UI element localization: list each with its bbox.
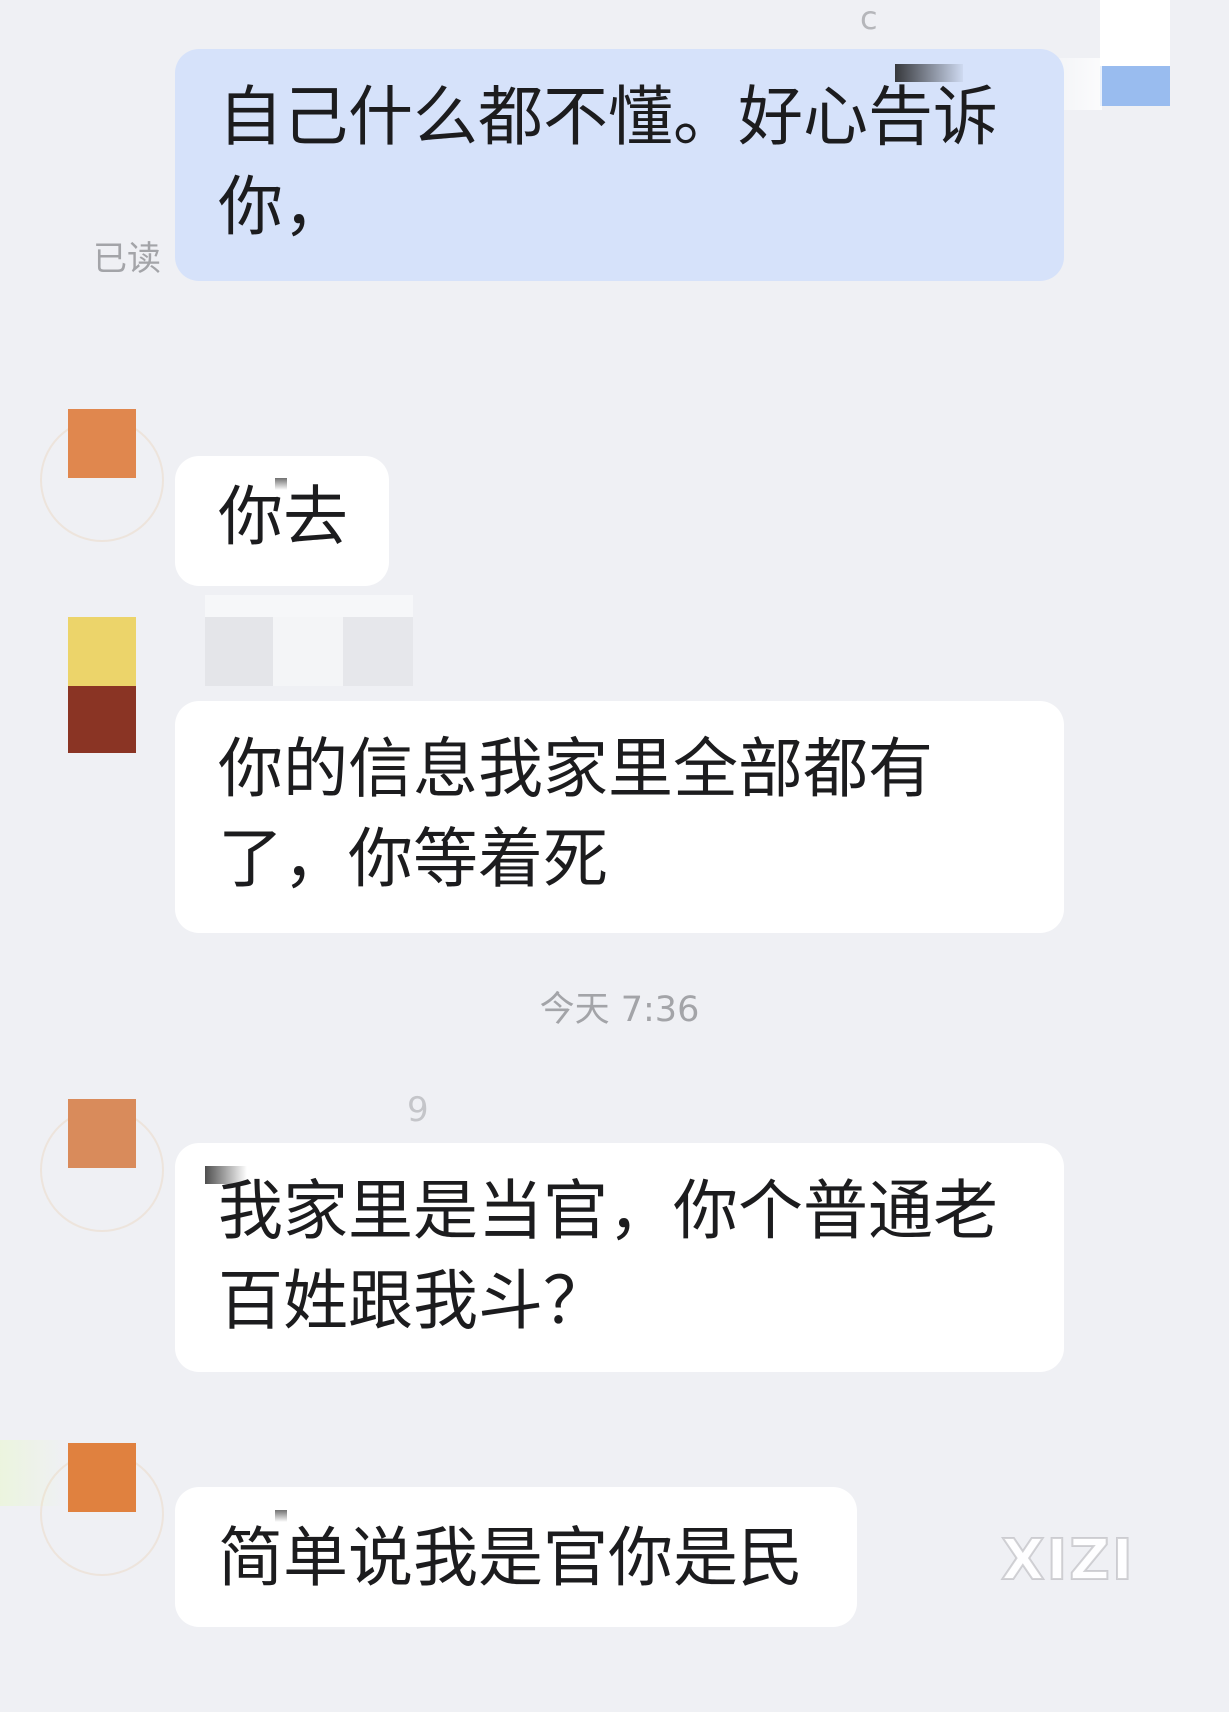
message-line: 自己什么都不懂。好心告诉 bbox=[218, 80, 999, 155]
message-line: 我家里是当官，你个普通老 bbox=[218, 1174, 999, 1249]
sender-avatar[interactable] bbox=[68, 1099, 136, 1168]
own-avatar-bottom bbox=[1100, 66, 1170, 106]
message-line: 你去 bbox=[218, 480, 349, 555]
blur-block bbox=[205, 595, 413, 617]
message-line: 简单说我是官你是民 bbox=[218, 1521, 804, 1596]
chat-screen: c 自己什么都不懂。好心告诉 你， 已读 你去 你的信息我家里全部都有 了，你等… bbox=[0, 0, 1229, 1712]
redaction-smudge bbox=[275, 1510, 287, 1522]
incoming-message-bubble[interactable]: 简单说我是官你是民 bbox=[175, 1487, 857, 1627]
timestamp: 今天 7:36 bbox=[539, 990, 700, 1030]
incoming-message-bubble[interactable]: 你去 bbox=[175, 456, 389, 586]
redaction-smudge bbox=[895, 64, 963, 82]
blur-block bbox=[343, 617, 413, 686]
blur-block bbox=[205, 617, 273, 686]
incoming-message-bubble[interactable]: 你的信息我家里全部都有 了，你等着死 bbox=[175, 701, 1064, 933]
avatar-bottom-half bbox=[68, 686, 136, 753]
sender-avatar[interactable] bbox=[68, 1443, 136, 1512]
message-line: 了，你等着死 bbox=[218, 822, 609, 897]
blur-block bbox=[273, 617, 343, 686]
sender-name-fragment: c bbox=[860, 0, 878, 37]
site-watermark-logo: XIZI bbox=[1000, 1528, 1135, 1593]
own-avatar-top bbox=[1100, 0, 1170, 66]
sender-name-fragment: 9 bbox=[407, 1090, 429, 1130]
avatar-top-half bbox=[68, 617, 136, 686]
incoming-message-bubble[interactable]: 我家里是当官，你个普通老 百姓跟我斗？ bbox=[175, 1143, 1064, 1372]
message-line: 百姓跟我斗？ bbox=[218, 1264, 609, 1339]
redaction-smudge bbox=[275, 478, 287, 490]
read-status: 已读 bbox=[93, 239, 161, 279]
own-avatar-blurred[interactable] bbox=[1100, 0, 1170, 112]
redaction-smudge bbox=[205, 1166, 247, 1184]
message-line: 你， bbox=[218, 170, 349, 245]
sender-avatar[interactable] bbox=[68, 617, 136, 753]
outgoing-message-bubble[interactable]: 自己什么都不懂。好心告诉 你， bbox=[175, 49, 1064, 281]
sender-avatar[interactable] bbox=[68, 409, 136, 478]
message-line: 你的信息我家里全部都有 bbox=[218, 732, 934, 807]
blurred-sender-name bbox=[205, 595, 413, 686]
